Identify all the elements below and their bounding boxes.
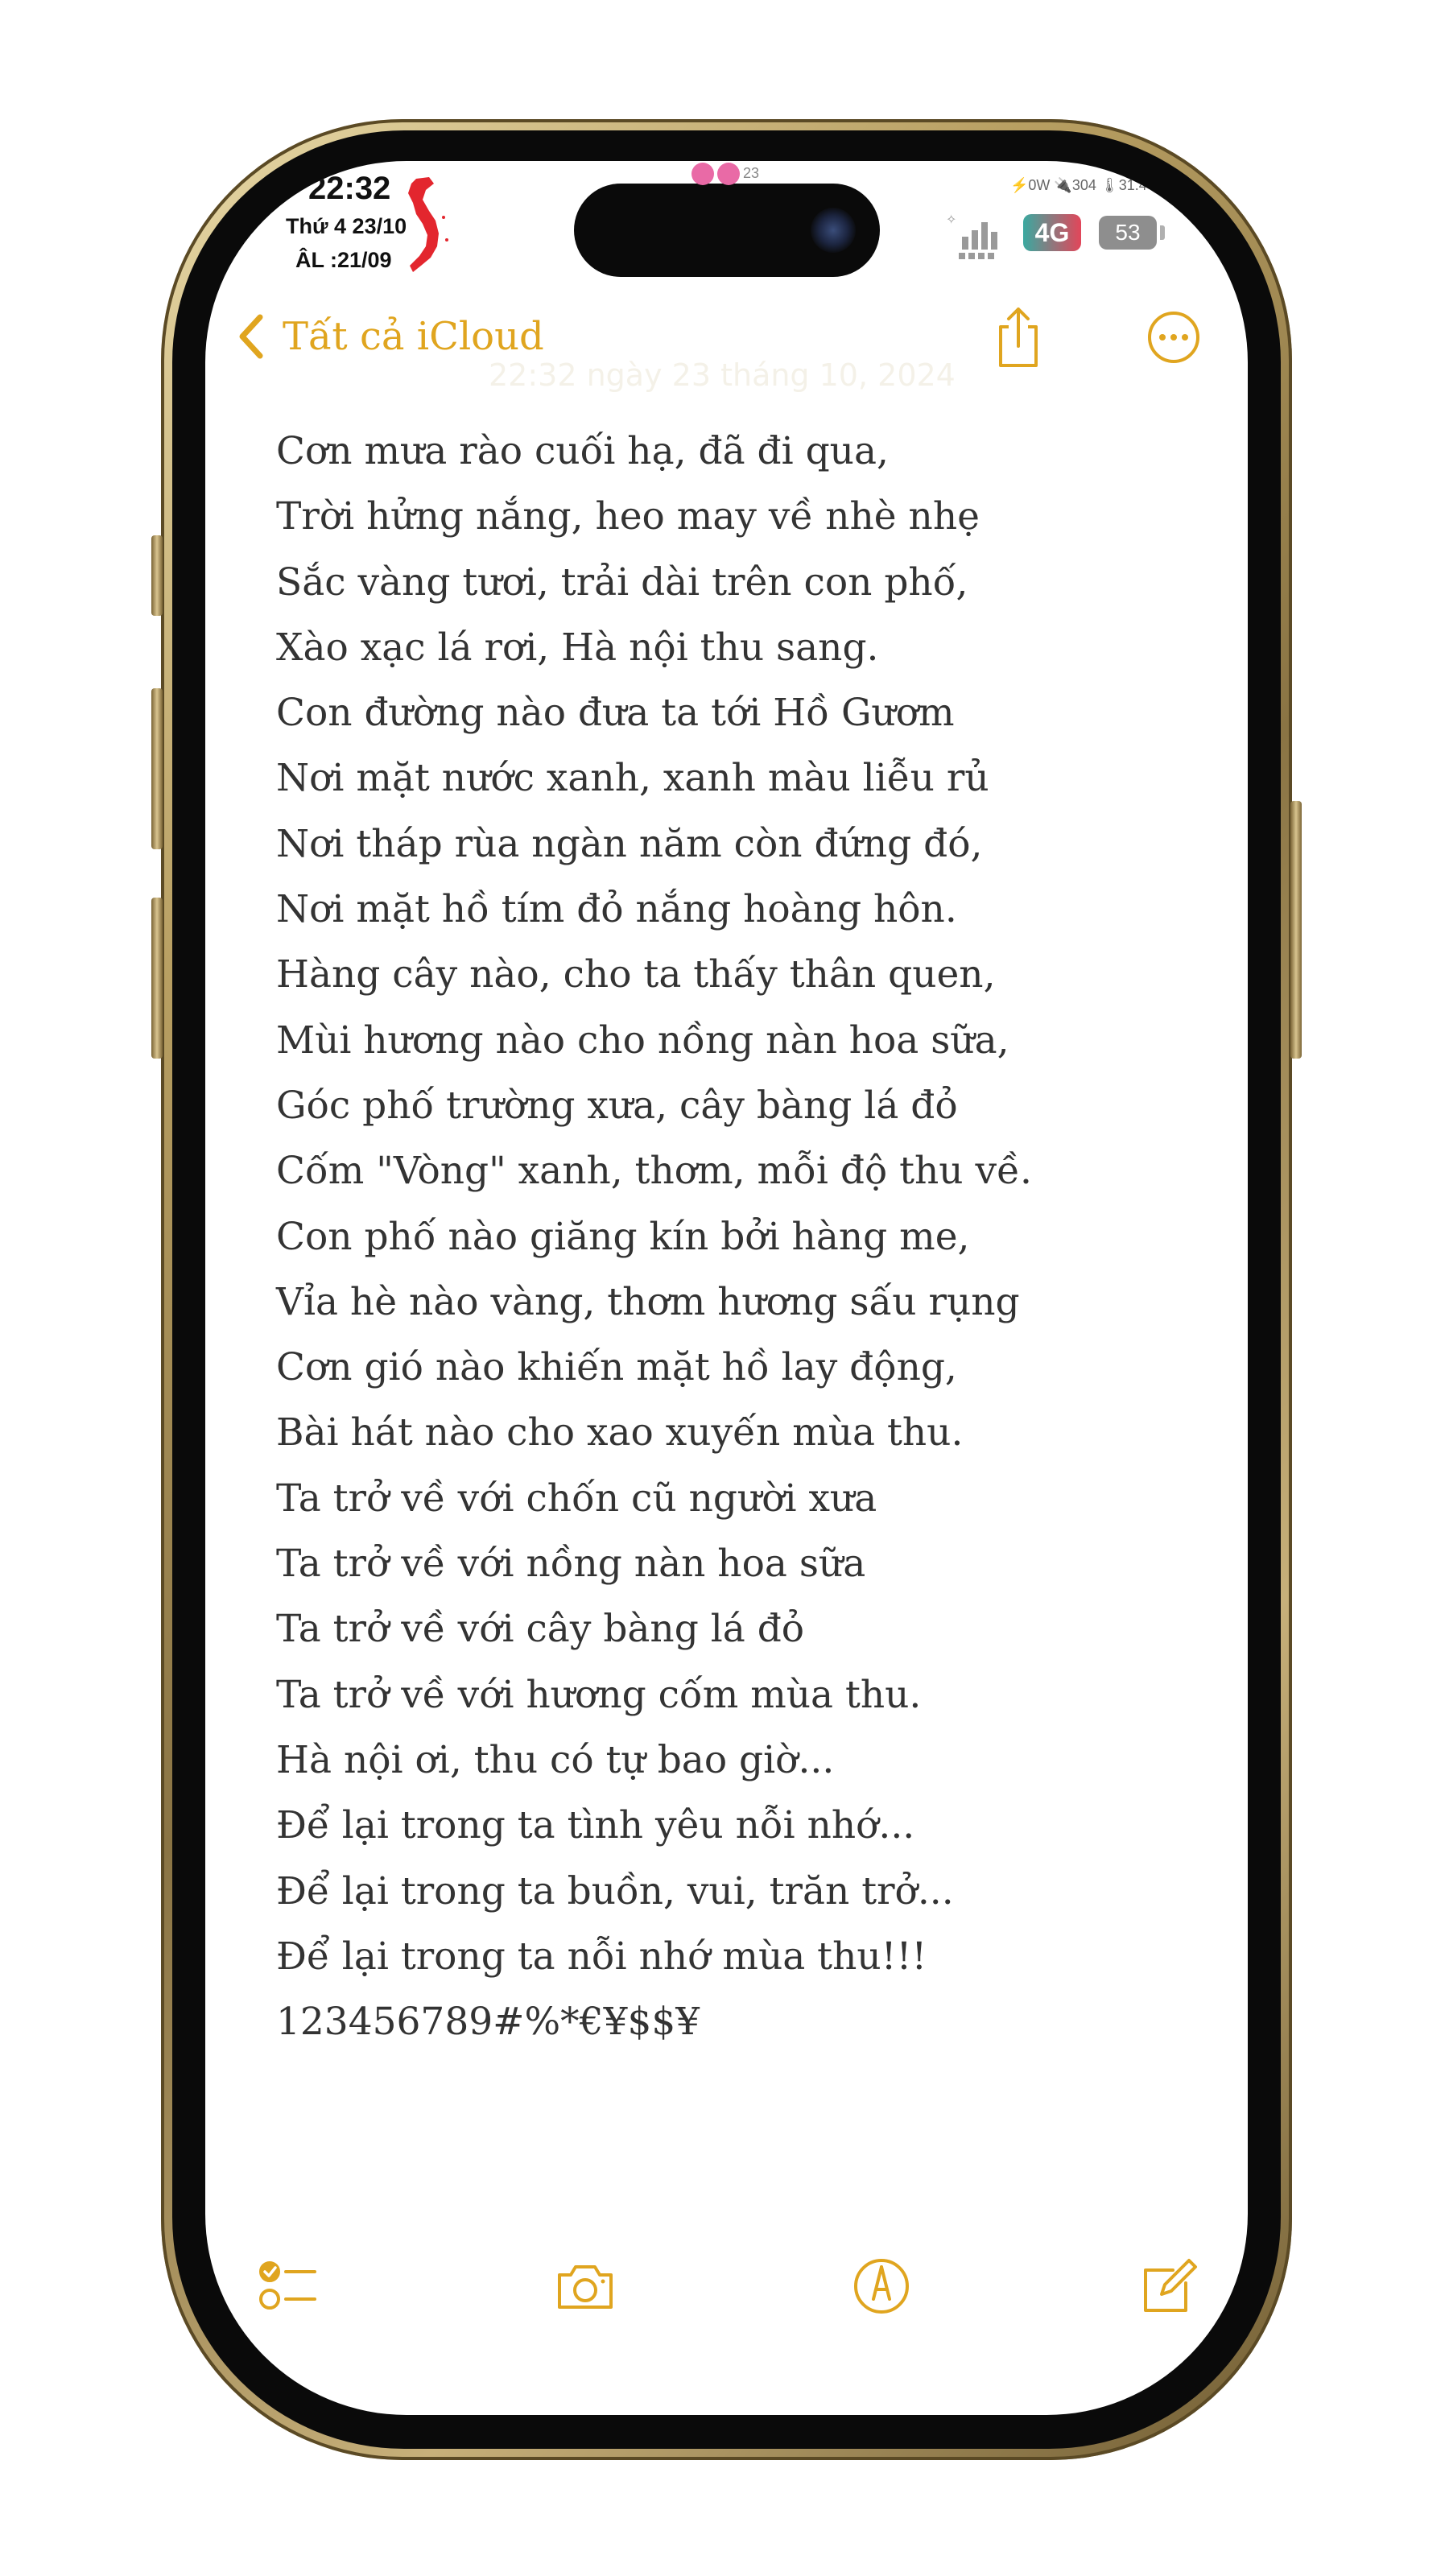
dynamic-island [574, 184, 880, 277]
notification-count: 23 [743, 164, 760, 181]
checklist-icon[interactable] [257, 2254, 321, 2318]
note-line: Hà nội ơi, thu có tự bao giờ... [276, 1737, 835, 1782]
vietnam-map-icon [408, 177, 448, 272]
chevron-left-icon [239, 314, 263, 359]
note-line: Cốm "Vòng" xanh, thơm, mỗi độ thu về. [276, 1149, 1032, 1194]
battery-tip [1160, 225, 1165, 240]
markup-pen-icon[interactable] [849, 2254, 914, 2318]
status-mini-stats: ⚡0W 🔌304 🌡31.4° [1010, 177, 1153, 193]
share-icon[interactable] [993, 306, 1044, 370]
note-line: Cơn mưa rào cuối hạ, đã đi qua, [276, 429, 889, 473]
status-lunar-date: ÂL :21/09 [295, 248, 392, 272]
power-button [1290, 801, 1302, 1059]
screen: 22:32 Thứ 4 23/10 ÂL :21/09 23 ⚡0W 🔌304 … [205, 161, 1248, 2415]
note-line: Con đường nào đưa ta tới Hồ Gươm [276, 691, 955, 736]
camera-icon[interactable] [553, 2254, 617, 2318]
volume-down-button [151, 898, 163, 1059]
note-line: Xào xạc lá rơi, Hà nội thu sang. [276, 625, 879, 670]
back-button-label: Tất cả iCloud [283, 314, 544, 359]
network-type-badge: 4G [1023, 214, 1081, 251]
ellipsis-circle-icon[interactable] [1147, 311, 1200, 364]
status-time: 22:32 [308, 171, 391, 206]
mute-indicator-icon [717, 163, 740, 185]
note-line: Để lại trong ta buồn, vui, trăn trở... [276, 1868, 954, 1913]
note-line: Góc phố trường xưa, cây bàng lá đỏ [276, 1083, 958, 1128]
volume-up-button [151, 688, 163, 849]
action-button [151, 535, 163, 616]
note-line: Để lại trong ta nỗi nhớ mùa thu!!! [276, 1934, 927, 1979]
note-line: Sắc vàng tươi, trải dài trên con phố, [276, 559, 968, 605]
note-line: Để lại trong ta tình yêu nỗi nhớ... [276, 1803, 915, 1848]
battery-indicator: 53 [1099, 216, 1157, 250]
svg-text:✧: ✧ [946, 213, 956, 227]
status-notification-indicators: 23 [691, 163, 759, 185]
note-line: Trời hửng nắng, heo may về nhè nhẹ [276, 494, 980, 539]
note-line: Mùi hương nào cho nồng nàn hoa sữa, [276, 1018, 1009, 1063]
note-line: Ta trở về với nồng nàn hoa sữa [276, 1542, 866, 1587]
lock-indicator-icon [691, 163, 714, 185]
status-date: Thứ 4 23/10 [286, 214, 407, 238]
note-line: Ta trở về với cây bàng lá đỏ [276, 1607, 805, 1652]
note-line: Vỉa hè nào vàng, thơm hương sấu rụng [276, 1279, 1020, 1324]
note-line: Bài hát nào cho xao xuyến mùa thu. [276, 1410, 964, 1455]
note-line: 123456789#%*€¥$$¥ [276, 2000, 700, 2045]
cellular-signal-icon: ✧ [946, 213, 997, 259]
note-line: Ta trở về với chốn cũ người xưa [276, 1476, 877, 1521]
front-camera [811, 208, 856, 253]
note-line: Nơi mặt hồ tím đỏ nắng hoàng hôn. [276, 887, 957, 932]
note-line: Cơn gió nào khiến mặt hồ lay động, [276, 1345, 957, 1390]
note-line: Ta trở về với hương cốm mùa thu. [276, 1672, 922, 1717]
note-line: Nơi mặt nước xanh, xanh màu liễu rủ [276, 756, 989, 801]
note-line: Nơi tháp rùa ngàn năm còn đứng đó, [276, 821, 983, 866]
note-line: Hàng cây nào, cho ta thấy thân quen, [276, 952, 996, 997]
back-button[interactable]: Tất cả iCloud [236, 312, 544, 361]
compose-icon[interactable] [1137, 2254, 1202, 2318]
note-body[interactable]: Cơn mưa rào cuối hạ, đã đi qua, Trời hửn… [276, 419, 1178, 2054]
note-timestamp: 22:32 ngày 23 tháng 10, 2024 [489, 357, 956, 393]
note-line: Con phố nào giăng kín bởi hàng me, [276, 1214, 970, 1259]
